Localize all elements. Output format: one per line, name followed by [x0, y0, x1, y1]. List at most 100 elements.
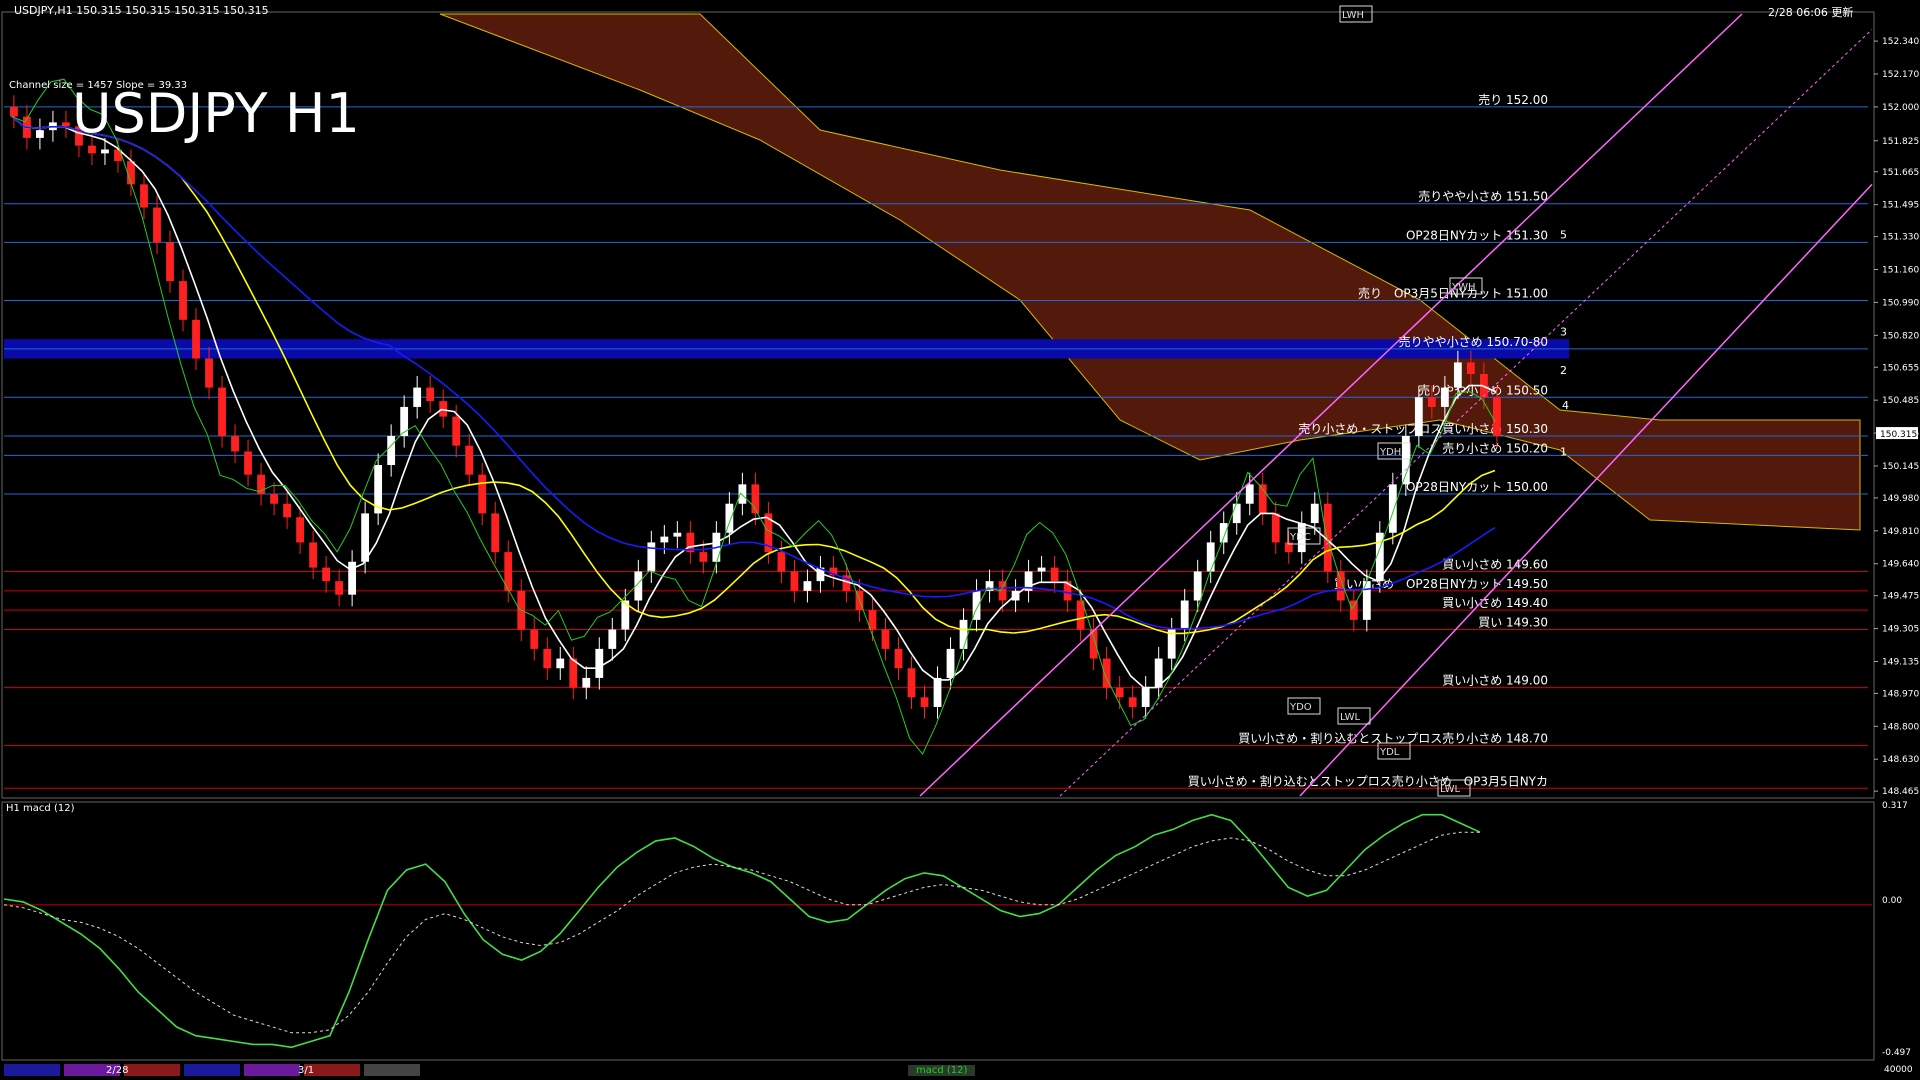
symbol-header: USDJPY,H1 150.315 150.315 150.315 150.31…	[14, 4, 269, 17]
y-tick-label: 149.810	[1882, 527, 1919, 537]
candle-body	[530, 629, 539, 649]
y-tick-label: 150.485	[1882, 396, 1919, 406]
footer-period-block	[364, 1064, 420, 1076]
candle-body	[140, 184, 148, 208]
y-tick-label: 151.825	[1882, 137, 1919, 147]
candle-body	[387, 435, 396, 466]
y-tick-label: 149.980	[1882, 494, 1919, 504]
channel-upper-line	[919, 13, 1743, 797]
candle-body	[1180, 600, 1189, 630]
candle-body	[426, 387, 435, 402]
candle-body	[296, 517, 304, 543]
channel-number: 2	[1560, 364, 1567, 377]
candle-body	[595, 648, 604, 678]
marker-label: YDL	[1379, 747, 1400, 758]
macd-panel-frame	[1, 801, 1875, 1061]
candle-body	[582, 677, 591, 688]
macd-tab-button[interactable]: macd (12)	[908, 1065, 976, 1076]
date-label-3-1: 3/1	[298, 1065, 315, 1076]
candle-body	[491, 513, 500, 553]
candle-body	[1050, 567, 1059, 582]
candle-body	[413, 387, 422, 407]
level-label: OP28日NYカット 151.30	[1406, 228, 1548, 242]
candle-body	[101, 149, 109, 154]
candle-body	[699, 552, 708, 562]
candle-body	[1193, 571, 1202, 601]
candle-body	[127, 161, 135, 185]
y-tick-label: 149.305	[1882, 625, 1919, 635]
candle-body	[1128, 697, 1137, 707]
candle-body	[309, 542, 318, 568]
channel-number: 3	[1560, 325, 1567, 338]
footer-period-block	[124, 1064, 180, 1076]
y-tick-label: 152.170	[1882, 70, 1919, 80]
candle-body	[400, 406, 409, 436]
level-label: 売り小さめ・ストップロス買い小さめ 150.30	[1298, 421, 1548, 436]
candle-body	[270, 494, 278, 504]
candle-body	[478, 474, 487, 514]
candle-body	[1414, 397, 1423, 436]
candle-body	[322, 567, 331, 582]
candle-body	[725, 503, 734, 533]
candle-body	[881, 629, 890, 649]
candle-body	[1206, 542, 1215, 572]
y-tick-label: 148.970	[1882, 689, 1919, 699]
candle-body	[1349, 600, 1358, 620]
macd-signal-line	[3, 831, 1480, 1034]
candle-body	[62, 122, 70, 127]
candle-body	[1219, 523, 1228, 543]
candle-body	[790, 571, 799, 591]
candle-body	[153, 207, 161, 243]
candle-body	[543, 648, 552, 669]
candle-body	[1232, 503, 1241, 524]
y-tick-label: 151.665	[1882, 168, 1919, 178]
candle-body	[36, 130, 44, 138]
candle-body	[1245, 484, 1254, 504]
y-tick-label: 150.820	[1882, 331, 1919, 341]
candle-body	[1427, 397, 1436, 407]
level-label: 買い小さめ 149.00	[1442, 674, 1548, 688]
y-tick-label: 151.495	[1882, 201, 1919, 211]
y-tick-label: 152.000	[1882, 103, 1919, 113]
macd-line	[3, 813, 1481, 1049]
y-tick-label: 150.990	[1882, 298, 1919, 308]
candle-body	[946, 648, 955, 678]
macd-tick-zero: 0.00	[1882, 896, 1903, 906]
footer-period-block	[184, 1064, 240, 1076]
marker-label: YDC	[1289, 532, 1311, 543]
y-tick-label: 151.330	[1882, 233, 1919, 243]
candle-body	[660, 536, 669, 543]
y-tick-label: 150.145	[1882, 462, 1919, 472]
candle-body	[361, 513, 370, 562]
marker-label: YDH	[1379, 447, 1401, 458]
date-label-2-28: 2/28	[106, 1065, 129, 1076]
y-tick-label: 149.135	[1882, 657, 1919, 667]
level-label: 売り小さめ 150.20	[1442, 440, 1548, 455]
candle-body	[894, 648, 903, 669]
macd-label: H1 macd (12)	[6, 803, 75, 814]
candle-body	[179, 281, 187, 320]
candle-body	[335, 581, 344, 595]
candle-body	[88, 145, 96, 154]
marker-label: LWH	[1342, 10, 1364, 21]
marker-label: LWL	[1440, 784, 1461, 795]
candle-body	[192, 319, 200, 359]
candle-body	[959, 619, 968, 649]
candle-body	[10, 106, 18, 117]
level-label: 買い小さめ・割り込むとストップロス売り小さめ OP3月5日NYカ	[1188, 773, 1548, 788]
y-tick-label: 152.340	[1882, 37, 1919, 47]
candle-body	[283, 503, 291, 518]
candle-body	[244, 451, 252, 475]
y-tick-label: 151.160	[1882, 266, 1919, 276]
channel-number: 1	[1560, 445, 1567, 458]
y-tick-label: 149.640	[1882, 560, 1919, 570]
candle-body	[1453, 362, 1462, 388]
level-label: OP28日NYカット 150.00	[1406, 480, 1548, 494]
candle-body	[1466, 362, 1475, 375]
level-label: 売り 152.00	[1478, 92, 1548, 107]
candle-body	[439, 401, 448, 417]
candle-body	[218, 387, 226, 436]
candle-body	[1037, 567, 1046, 572]
candle-body	[777, 552, 786, 572]
price-chart: 152.340 152.170 152.000 151.825 151.665 151.4…	[1, 5, 1919, 1076]
